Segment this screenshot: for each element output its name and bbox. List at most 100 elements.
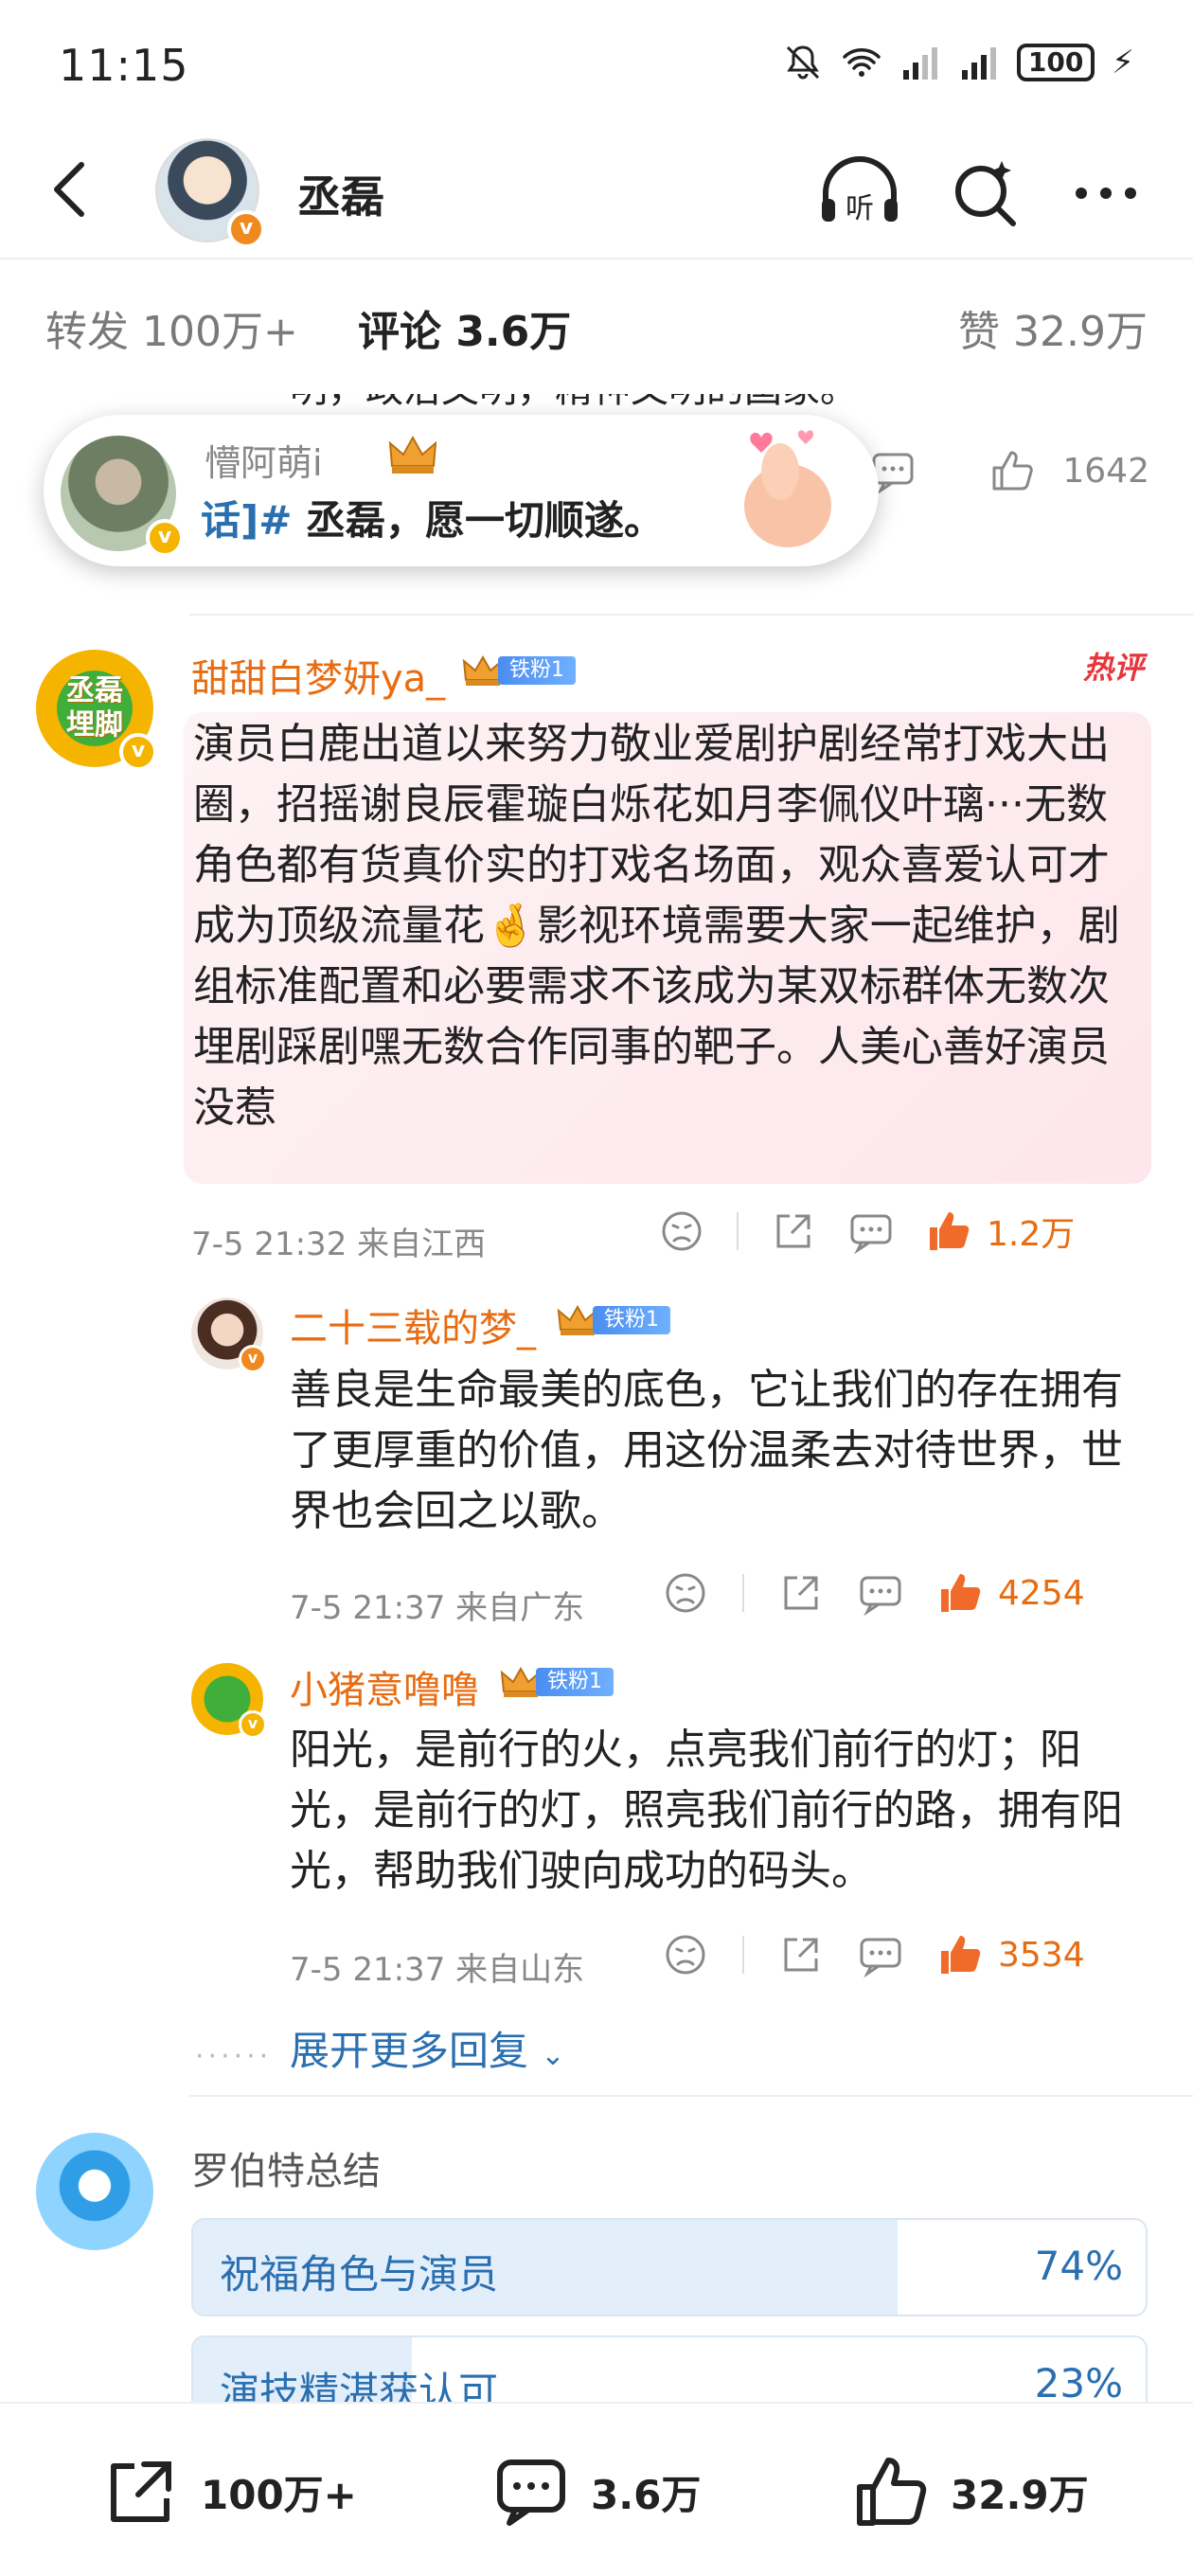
dislike-icon[interactable] (663, 1570, 708, 1616)
popup-text: 话]# 丞磊，愿一切顺遂。 (201, 489, 664, 546)
tab-like[interactable]: 赞 32.9万 (958, 297, 1148, 358)
expand-more-replies-label: 展开更多回复 (290, 2028, 529, 2074)
comment-button[interactable]: 3.6万 (492, 2453, 701, 2531)
expand-more-replies-link[interactable]: 展开更多回复 ⌄ (290, 2019, 565, 2077)
top-comment-popup[interactable]: v 懵阿萌i 话]# 丞磊，愿一切顺遂。 (44, 415, 879, 566)
dislike-icon[interactable] (663, 1932, 708, 1977)
like-icon (857, 2458, 927, 2526)
crown-icon (388, 435, 437, 474)
reply-actions: 4254 (663, 1570, 1085, 1616)
like-icon[interactable] (988, 447, 1036, 494)
chevron-down-icon: ⌄ (541, 2039, 565, 2072)
popup-avatar: v (61, 436, 184, 557)
comment-list[interactable]: 明，政治文明，精神文明的国家。 1642 丞磊埋脚 v 甜甜白梦妍ya_ 铁粉1… (0, 394, 1193, 2402)
partial-comment-text: 明，政治文明，精神文明的国家。 (290, 394, 858, 413)
partial-like-count: 1642 (1062, 451, 1149, 491)
signal-icon-2 (962, 47, 997, 80)
signal-icon (903, 47, 938, 80)
tab-bar: 转发 100万+ 评论 3.6万 赞 32.9万 (0, 258, 1193, 394)
dislike-icon[interactable] (659, 1208, 704, 1254)
reply-actions: 3534 (663, 1932, 1085, 1977)
separator (742, 1936, 744, 1974)
separator (742, 1574, 744, 1612)
reply-text: 阳光，是前行的火，点亮我们前行的灯；阳光，是前行的灯，照亮我们前行的路，拥有阳光… (290, 1726, 1123, 1895)
reply-icon[interactable] (858, 1932, 903, 1977)
status-icons: 100 ⚡ (782, 42, 1134, 83)
popup-username: 懵阿萌i (205, 442, 323, 484)
like-button[interactable]: 1.2万 (926, 1207, 1075, 1256)
hot-comment-tag: 热评 (1082, 650, 1144, 686)
share-icon (111, 2461, 171, 2522)
liked-icon (941, 1936, 981, 1974)
poll-option[interactable]: 祝福角色与演员 74% (191, 2218, 1148, 2317)
tab-comment[interactable]: 评论 3.6万 (358, 297, 571, 358)
battery-indicator: 100 (1017, 44, 1095, 81)
share-icon[interactable] (778, 1570, 824, 1616)
comment-count: 3.6万 (591, 2471, 702, 2518)
reply-icon[interactable] (848, 1208, 894, 1254)
like-post-button[interactable]: 32.9万 (852, 2453, 1089, 2531)
fan-badge[interactable]: 铁粉1 (555, 1303, 670, 1337)
back-icon[interactable] (34, 152, 110, 227)
bottom-action-bar: 100万+ 3.6万 32.9万 (0, 2402, 1193, 2576)
share-icon[interactable] (771, 1208, 816, 1254)
reply-icon[interactable] (858, 1570, 903, 1616)
finger-heart-icon (744, 430, 831, 547)
like-count: 3534 (998, 1935, 1085, 1975)
comment-text: 演员白鹿出道以来努力敬业爱剧护剧经常打戏大出圈，招摇谢良辰霍璇白烁花如月李佩仪叶… (193, 720, 1120, 1132)
verified-badge-icon: v (227, 210, 265, 248)
listen-icon[interactable]: 听 (816, 155, 903, 231)
page-title[interactable]: 丞磊 (297, 163, 384, 225)
poll-option-percent: 23% (1034, 2360, 1123, 2402)
fan-badge[interactable]: 铁粉1 (460, 653, 576, 688)
verified-badge-icon: v (119, 733, 157, 771)
reply-avatar[interactable]: v (191, 1297, 267, 1373)
status-time: 11:15 (59, 40, 189, 91)
like-count: 32.9万 (951, 2471, 1089, 2518)
like-button[interactable]: 3534 (937, 1932, 1085, 1977)
header: v 丞磊 听 (0, 133, 1193, 256)
svg-text:听: 听 (846, 192, 874, 225)
search-icon[interactable] (947, 155, 1023, 231)
reply-username[interactable]: 二十三载的梦_ (290, 1297, 536, 1352)
divider (189, 2095, 1193, 2097)
comment-icon (497, 2460, 565, 2526)
popup-text-tag: 话]# (201, 497, 293, 544)
poll-option[interactable]: 演技精湛获认可 23% (191, 2335, 1148, 2402)
comment-avatar[interactable]: 丞磊 埋脚 v (36, 650, 157, 771)
comment-username[interactable]: 甜甜白梦妍ya_ (191, 648, 445, 703)
fan-badge-label: 铁粉1 (536, 1668, 614, 1696)
like-count: 1.2万 (987, 1215, 1076, 1254)
more-replies-dots: ······ (195, 2040, 273, 2073)
poll-option-label: 祝福角色与演员 (220, 2251, 499, 2298)
verified-badge-icon: v (239, 1710, 267, 1739)
separator (737, 1212, 739, 1250)
reply-username[interactable]: 小猪意噜噜 (290, 1659, 479, 1714)
reply-meta: 7-5 21:37 来自广东 (290, 1589, 585, 1627)
comment-meta: 7-5 21:32 来自江西 (191, 1225, 487, 1263)
robot-avatar[interactable] (36, 2133, 153, 2250)
status-bar: 11:15 100 ⚡ (0, 0, 1193, 133)
fan-badge-label: 铁粉1 (593, 1306, 670, 1334)
verified-badge-icon: v (239, 1345, 267, 1373)
popup-text-body: 丞磊，愿一切顺遂。 (292, 497, 665, 544)
reply-avatar[interactable]: v (191, 1663, 267, 1739)
more-icon[interactable] (1068, 155, 1144, 231)
repost-count: 100万+ (201, 2471, 357, 2518)
divider (189, 614, 1193, 616)
fan-badge[interactable]: 铁粉1 (498, 1665, 614, 1699)
like-button[interactable]: 4254 (937, 1570, 1085, 1616)
tab-repost[interactable]: 转发 100万+ (45, 297, 298, 358)
partial-comment-actions: 1642 (869, 447, 1149, 494)
mute-icon (787, 45, 820, 80)
share-icon[interactable] (778, 1932, 824, 1977)
author-avatar[interactable]: v (155, 138, 265, 248)
repost-button[interactable]: 100万+ (102, 2453, 357, 2531)
poll-option-label: 演技精湛获认可 (220, 2369, 499, 2402)
verified-badge-icon: v (146, 519, 184, 557)
wifi-icon (843, 48, 881, 77)
comment-actions: 1.2万 (659, 1207, 1075, 1256)
charging-icon: ⚡ (1112, 44, 1134, 81)
fan-badge-label: 铁粉1 (498, 656, 576, 685)
robot-name[interactable]: 罗伯特总结 (191, 2140, 381, 2195)
